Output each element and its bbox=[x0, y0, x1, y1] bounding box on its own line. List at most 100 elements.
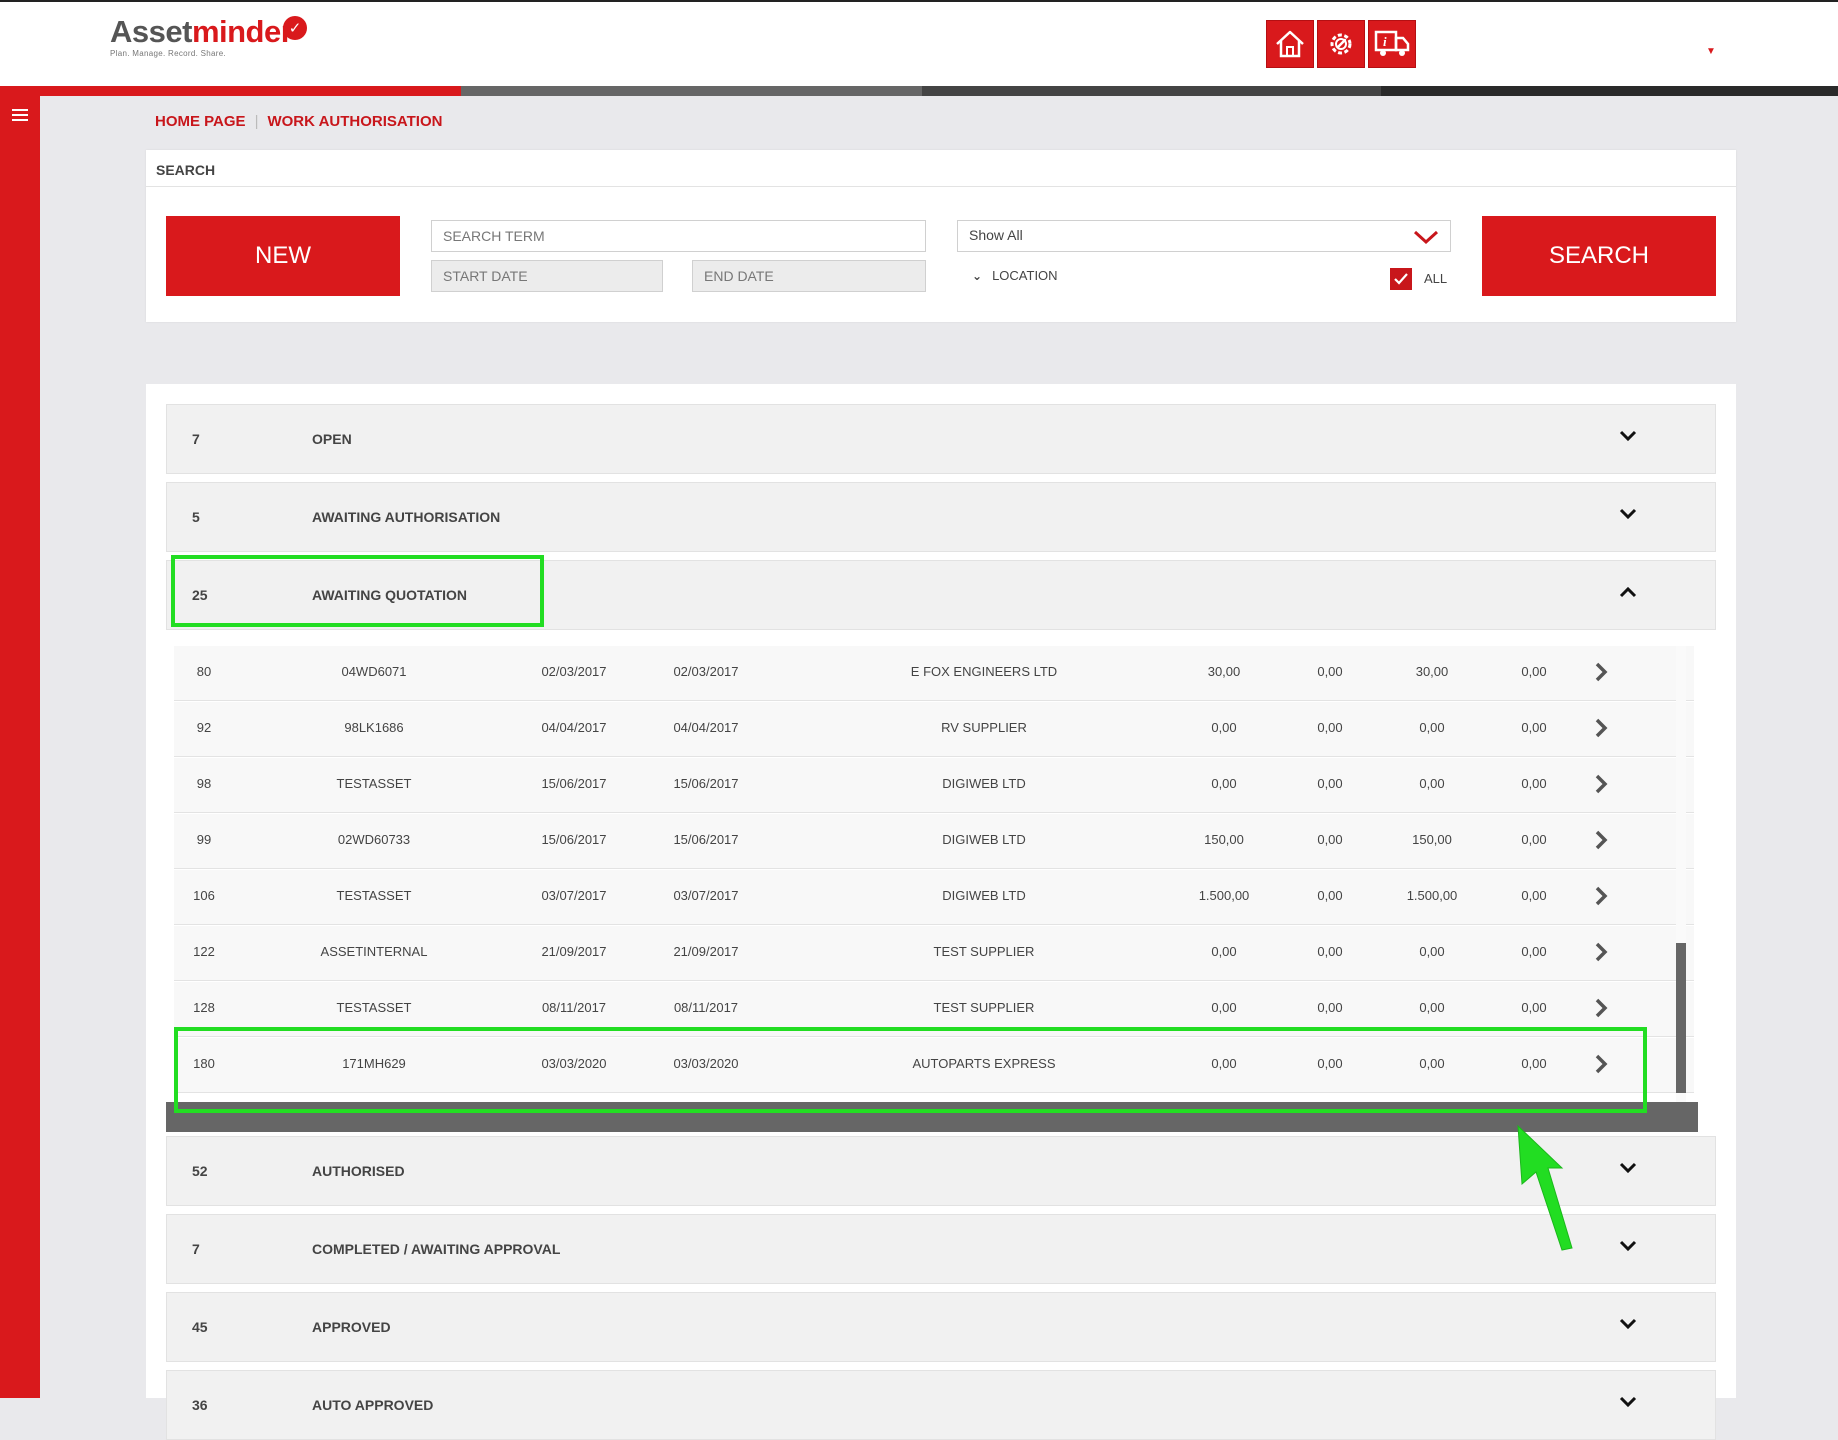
row-supplier: TEST SUPPLIER bbox=[933, 1000, 1035, 1015]
header-stripe-red bbox=[0, 86, 461, 96]
row-amount-2: 0,00 bbox=[1317, 664, 1343, 679]
chevron-right-icon[interactable] bbox=[1594, 830, 1608, 850]
group-awaiting-authorisation[interactable]: 5 AWAITING AUTHORISATION bbox=[166, 482, 1716, 552]
table-row[interactable]: 80 04WD6071 02/03/2017 02/03/2017 E FOX … bbox=[174, 646, 1694, 701]
row-amount-4: 0,00 bbox=[1521, 720, 1547, 735]
row-asset: TESTASSET bbox=[336, 776, 412, 791]
row-id: 180 bbox=[193, 1056, 215, 1071]
settings-icon bbox=[1330, 33, 1352, 55]
row-amount-1: 0,00 bbox=[1211, 944, 1237, 959]
top-nav-icons: i bbox=[1266, 20, 1416, 68]
row-supplier: TEST SUPPLIER bbox=[933, 944, 1035, 959]
group-approved[interactable]: 45 APPROVED bbox=[166, 1292, 1716, 1362]
chevron-right-icon[interactable] bbox=[1594, 1054, 1608, 1074]
breadcrumb-current-link[interactable]: WORK AUTHORISATION bbox=[267, 113, 442, 130]
table-row[interactable]: 92 98LK1686 04/04/2017 04/04/2017 RV SUP… bbox=[174, 702, 1694, 757]
row-supplier: DIGIWEB LTD bbox=[942, 776, 1026, 791]
start-date-input[interactable] bbox=[431, 260, 663, 292]
search-button[interactable]: SEARCH bbox=[1482, 216, 1716, 296]
chevron-down-icon bbox=[1619, 430, 1637, 442]
row-amount-3: 0,00 bbox=[1419, 944, 1445, 959]
row-amount-1: 0,00 bbox=[1211, 1056, 1237, 1071]
row-amount-3: 30,00 bbox=[1415, 664, 1449, 679]
table-row[interactable]: 98 TESTASSET 15/06/2017 15/06/2017 DIGIW… bbox=[174, 758, 1694, 813]
status-filter-select[interactable]: Show All bbox=[957, 220, 1451, 252]
chevron-down-icon bbox=[1619, 1318, 1637, 1330]
row-amount-1: 0,00 bbox=[1211, 776, 1237, 791]
vertical-scrollbar-thumb[interactable] bbox=[1676, 943, 1686, 1093]
chevron-right-icon[interactable] bbox=[1594, 998, 1608, 1018]
row-amount-3: 0,00 bbox=[1419, 1000, 1445, 1015]
chevron-right-icon[interactable] bbox=[1594, 886, 1608, 906]
new-button[interactable]: NEW bbox=[166, 216, 400, 296]
row-amount-1: 30,00 bbox=[1207, 664, 1241, 679]
search-panel: SEARCH NEW Show All ⌄ LOCATION ALL SEARCH bbox=[146, 150, 1736, 322]
logo-word-minder: minder bbox=[191, 14, 293, 49]
row-supplier: DIGIWEB LTD bbox=[942, 832, 1026, 847]
header-stripe-dark bbox=[922, 86, 1381, 96]
search-panel-divider bbox=[146, 186, 1736, 187]
logo-wordmark: Assetminder bbox=[110, 14, 293, 49]
location-label: LOCATION bbox=[992, 268, 1058, 283]
breadcrumb-separator: | bbox=[254, 113, 259, 130]
row-amount-4: 0,00 bbox=[1521, 776, 1547, 791]
row-date-1: 08/11/2017 bbox=[541, 1000, 607, 1015]
settings-icon-button[interactable] bbox=[1317, 20, 1365, 68]
truck-info-icon-button[interactable]: i bbox=[1368, 20, 1416, 68]
group-authorised[interactable]: 52 AUTHORISED bbox=[166, 1136, 1716, 1206]
row-date-1: 04/04/2017 bbox=[541, 720, 607, 735]
chevron-right-icon[interactable] bbox=[1594, 942, 1608, 962]
group-auto-approved[interactable]: 36 AUTO APPROVED bbox=[166, 1370, 1716, 1440]
breadcrumb-home-link[interactable]: HOME PAGE bbox=[155, 113, 246, 130]
logo-tagline: Plan. Manage. Record. Share. bbox=[110, 49, 227, 58]
row-amount-4: 0,00 bbox=[1521, 944, 1547, 959]
row-amount-4: 0,00 bbox=[1521, 1056, 1547, 1071]
header-stripe-gray bbox=[461, 86, 922, 96]
hamburger-menu-icon[interactable] bbox=[12, 106, 28, 124]
row-amount-3: 0,00 bbox=[1419, 720, 1445, 735]
group-label: AWAITING QUOTATION bbox=[312, 587, 468, 603]
group-count: 25 bbox=[192, 587, 208, 603]
row-amount-1: 0,00 bbox=[1211, 1000, 1237, 1015]
chevron-right-icon[interactable] bbox=[1594, 718, 1608, 738]
group-open[interactable]: 7 OPEN bbox=[166, 404, 1716, 474]
row-date-1: 21/09/2017 bbox=[541, 944, 607, 959]
table-row[interactable]: 106 TESTASSET 03/07/2017 03/07/2017 DIGI… bbox=[174, 870, 1694, 925]
row-amount-4: 0,00 bbox=[1521, 664, 1547, 679]
row-amount-4: 0,00 bbox=[1521, 832, 1547, 847]
horizontal-scrollbar[interactable] bbox=[166, 1102, 1698, 1132]
end-date-input[interactable] bbox=[692, 260, 926, 292]
group-label: AUTHORISED bbox=[312, 1163, 405, 1179]
table-row[interactable]: 180 171MH629 03/03/2020 03/03/2020 AUTOP… bbox=[174, 1038, 1694, 1093]
row-id: 80 bbox=[196, 664, 212, 679]
all-checkbox[interactable] bbox=[1390, 268, 1412, 290]
group-completed-awaiting-approval[interactable]: 7 COMPLETED / AWAITING APPROVAL bbox=[166, 1214, 1716, 1284]
row-amount-4: 0,00 bbox=[1521, 1000, 1547, 1015]
row-date-1: 15/06/2017 bbox=[541, 832, 607, 847]
row-asset: 04WD6071 bbox=[341, 664, 407, 679]
location-toggle[interactable]: ⌄ LOCATION bbox=[972, 268, 1058, 283]
table-row[interactable]: 128 TESTASSET 08/11/2017 08/11/2017 TEST… bbox=[174, 982, 1694, 1037]
table-row[interactable]: 99 02WD60733 15/06/2017 15/06/2017 DIGIW… bbox=[174, 814, 1694, 869]
checkmark-icon bbox=[1394, 273, 1408, 285]
row-id: 106 bbox=[193, 888, 215, 903]
home-icon bbox=[1276, 30, 1304, 58]
group-label: OPEN bbox=[312, 431, 352, 447]
assetminder-logo[interactable]: Assetminder Plan. Manage. Record. Share.… bbox=[110, 14, 307, 58]
home-icon-button[interactable] bbox=[1266, 20, 1314, 68]
logo-word-asset: Asset bbox=[110, 14, 192, 49]
row-asset: TESTASSET bbox=[336, 888, 412, 903]
chevron-right-icon[interactable] bbox=[1594, 774, 1608, 794]
chevron-down-icon bbox=[1413, 230, 1439, 245]
search-term-input[interactable] bbox=[431, 220, 926, 252]
table-row[interactable]: 122 ASSETINTERNAL 21/09/2017 21/09/2017 … bbox=[174, 926, 1694, 981]
group-count: 7 bbox=[192, 431, 200, 447]
user-menu-caret-icon[interactable]: ▼ bbox=[1706, 46, 1716, 57]
row-amount-1: 0,00 bbox=[1211, 720, 1237, 735]
chevron-right-icon[interactable] bbox=[1594, 662, 1608, 682]
group-awaiting-quotation[interactable]: 25 AWAITING QUOTATION bbox=[166, 560, 1716, 630]
row-amount-3: 150,00 bbox=[1412, 832, 1452, 847]
group-label: APPROVED bbox=[312, 1319, 391, 1335]
group-count: 5 bbox=[192, 509, 200, 525]
chevron-down-icon bbox=[1619, 508, 1637, 520]
